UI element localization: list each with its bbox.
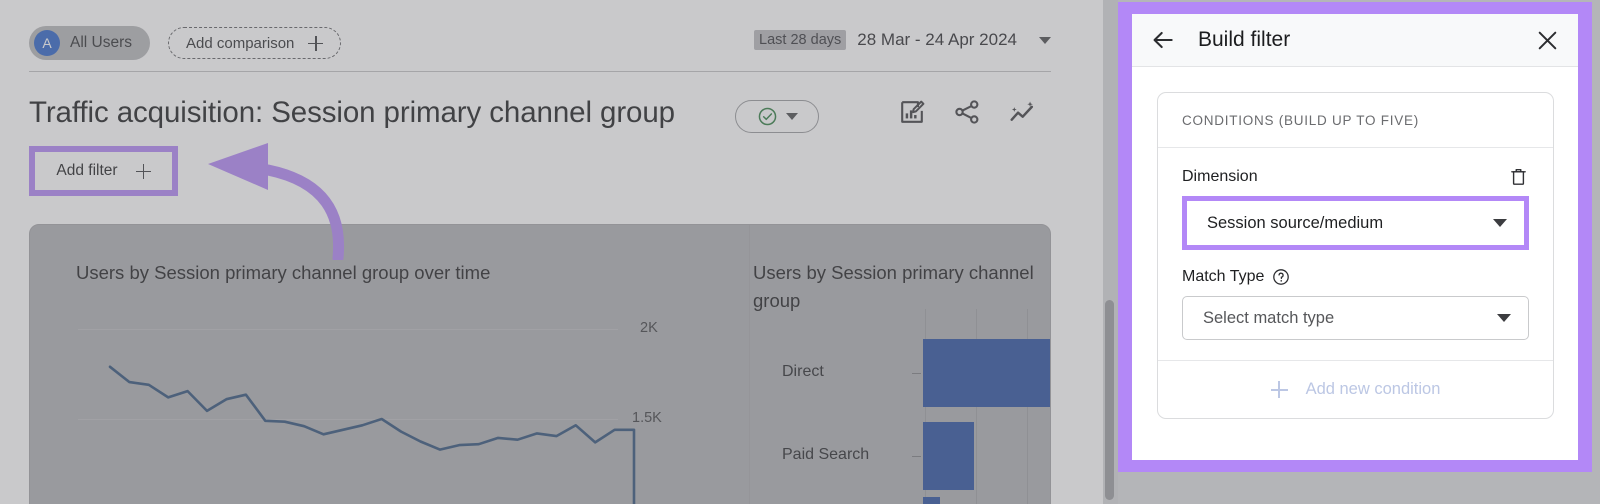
add-filter-highlight: Add filter xyxy=(29,146,178,196)
chevron-down-icon xyxy=(1497,314,1511,322)
bar-tick xyxy=(912,373,921,374)
build-filter-panel: Build filter CONDITIONS (BUILD UP TO FIV… xyxy=(1132,14,1578,460)
add-filter-label: Add filter xyxy=(56,162,117,180)
panel-title: Build filter xyxy=(1198,28,1290,52)
line-chart-plot xyxy=(54,225,654,504)
date-range-label: 28 Mar - 24 Apr 2024 xyxy=(857,30,1017,50)
dimension-select[interactable]: Session source/medium xyxy=(1187,201,1524,245)
report-scrollbar-thumb[interactable] xyxy=(1105,300,1114,500)
share-icon[interactable] xyxy=(953,98,981,126)
chevron-down-icon xyxy=(1493,219,1507,227)
close-icon[interactable] xyxy=(1535,28,1560,53)
conditions-header: CONDITIONS (BUILD UP TO FIVE) xyxy=(1158,93,1553,148)
dimension-label: Dimension xyxy=(1182,168,1258,186)
panel-header: Build filter xyxy=(1132,14,1578,67)
conditions-header-label: CONDITIONS (BUILD UP TO FIVE) xyxy=(1182,113,1419,128)
avatar: A xyxy=(34,30,60,56)
status-badge[interactable] xyxy=(735,100,819,133)
insights-sparkle-icon[interactable] xyxy=(1008,98,1036,126)
screen-root: A All Users Add comparison Last 28 days … xyxy=(0,0,1600,504)
dimension-select-value: Session source/medium xyxy=(1207,214,1383,233)
charts-card: Users by Session primary channel group o… xyxy=(29,224,1051,504)
conditions-card: CONDITIONS (BUILD UP TO FIVE) Dimension … xyxy=(1157,92,1554,419)
bar xyxy=(923,497,940,504)
match-type-select[interactable]: Select match type xyxy=(1182,296,1529,340)
dimension-row: Dimension xyxy=(1182,166,1529,187)
condition-body: Dimension Session source/medium Match Ty… xyxy=(1158,148,1553,360)
edit-chart-icon[interactable] xyxy=(898,98,926,126)
date-preset-chip: Last 28 days xyxy=(754,30,846,50)
dimension-select-highlight: Session source/medium xyxy=(1182,196,1529,250)
bar-tick xyxy=(912,456,921,457)
audience-label: All Users xyxy=(70,34,132,52)
check-circle-icon xyxy=(757,106,778,127)
plus-icon xyxy=(136,164,151,179)
match-type-select-value: Select match type xyxy=(1203,309,1334,328)
report-topbar: A All Users Add comparison Last 28 days … xyxy=(0,0,1103,72)
status-chevron-down-icon xyxy=(786,113,798,120)
bar-category-label: Paid Search xyxy=(782,446,947,464)
report-area: A All Users Add comparison Last 28 days … xyxy=(0,0,1103,504)
delete-icon[interactable] xyxy=(1508,166,1529,187)
add-new-condition-button[interactable]: Add new condition xyxy=(1158,360,1553,418)
topbar-divider xyxy=(29,71,1051,72)
report-action-icons xyxy=(898,98,1036,126)
add-comparison-label: Add comparison xyxy=(186,35,294,52)
chevron-down-icon xyxy=(1039,37,1051,44)
page-title: Traffic acquisition: Session primary cha… xyxy=(29,96,675,130)
bar-category-label: Direct xyxy=(782,363,947,381)
date-range-selector[interactable]: Last 28 days 28 Mar - 24 Apr 2024 xyxy=(754,30,1051,50)
plus-icon xyxy=(1271,381,1288,398)
back-arrow-icon[interactable] xyxy=(1150,27,1176,53)
audience-selector[interactable]: A All Users xyxy=(29,26,150,60)
plus-icon xyxy=(308,36,323,51)
bar-chart-plot: Direct Paid Search xyxy=(726,225,1051,504)
add-filter-button[interactable]: Add filter xyxy=(35,152,172,190)
match-type-row: Match Type xyxy=(1182,268,1529,286)
match-type-label: Match Type xyxy=(1182,268,1264,286)
add-comparison-button[interactable]: Add comparison xyxy=(168,27,341,59)
panel-footer-strip xyxy=(1118,474,1600,504)
add-new-condition-label: Add new condition xyxy=(1306,380,1441,399)
help-icon[interactable] xyxy=(1272,268,1290,286)
